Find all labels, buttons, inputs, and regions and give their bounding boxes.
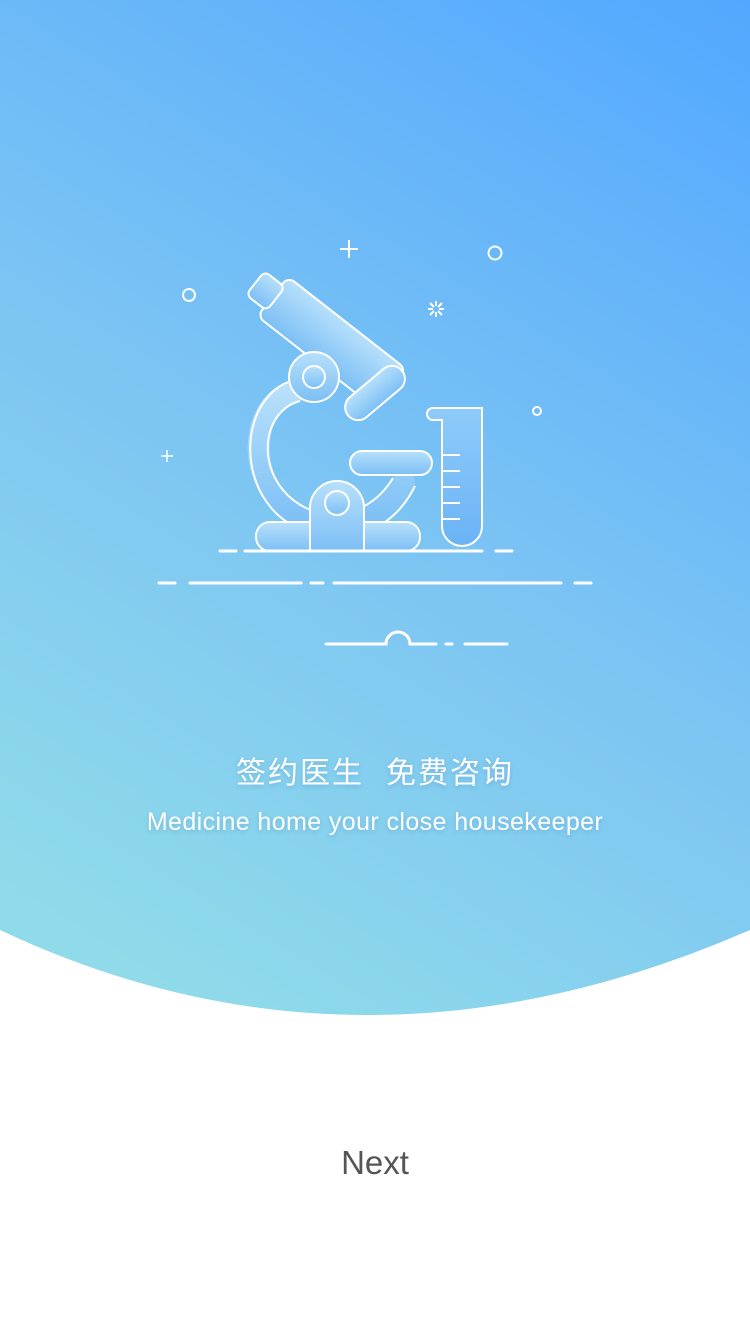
star-sparkle-icon [428, 301, 444, 317]
headline: 签约医生 免费咨询 [0, 748, 750, 792]
onboarding-screen: 签约医生 免费咨询 Medicine home your close housek… [0, 0, 750, 1334]
circle-sparkle-icon [182, 288, 196, 302]
plus-sparkle-icon [340, 240, 358, 258]
test-tube-icon [425, 407, 483, 547]
subtitle: Medicine home your close housekeeper [146, 808, 604, 836]
plus-sparkle-icon [161, 450, 173, 462]
ground-lines [157, 549, 593, 646]
circle-sparkle-icon [487, 245, 503, 261]
headline-part-sign-doctor: 签约医生 [236, 756, 364, 791]
circle-sparkle-icon [532, 406, 542, 416]
microscope-illustration [140, 230, 610, 660]
next-button[interactable]: Next [275, 1130, 475, 1196]
headline-part-free-consult: 免费咨询 [386, 756, 514, 791]
microscope-stage [349, 450, 433, 476]
